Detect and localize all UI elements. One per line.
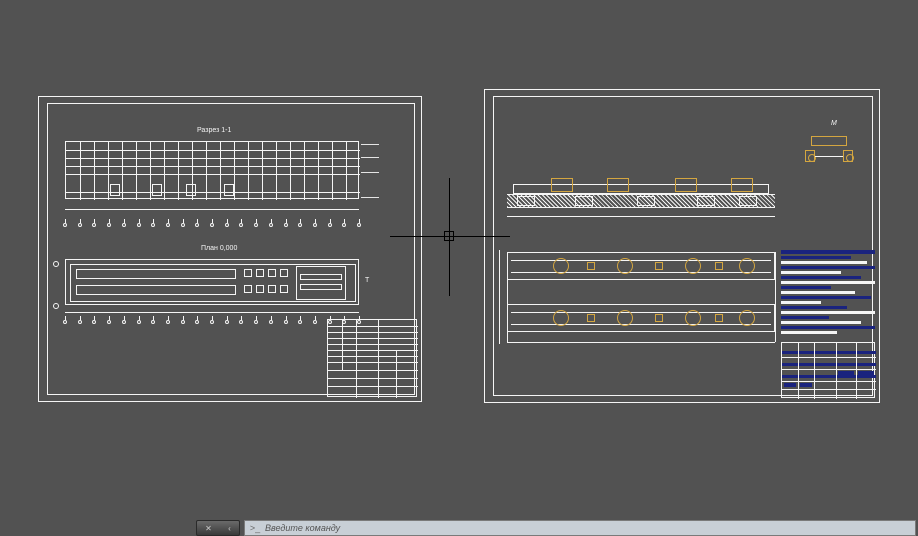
axis-marker xyxy=(225,223,229,227)
axis-marker xyxy=(166,223,170,227)
detail-callout: М xyxy=(831,120,837,127)
axis-marker xyxy=(63,320,67,324)
axis-marker xyxy=(313,320,317,324)
axis-marker xyxy=(63,223,67,227)
axis-marker xyxy=(357,223,361,227)
axis-marker xyxy=(181,320,185,324)
plan-drawing-outer xyxy=(65,259,359,305)
axis-marker xyxy=(284,320,288,324)
title-block-left-sheet xyxy=(327,319,417,397)
axis-marker xyxy=(137,320,141,324)
axis-marker xyxy=(313,223,317,227)
axis-marker xyxy=(210,320,214,324)
sheet-2-frame[interactable]: М xyxy=(484,89,880,403)
close-icon[interactable]: ✕ xyxy=(205,524,212,533)
axis-marker-side xyxy=(53,303,59,309)
axis-marker xyxy=(78,223,82,227)
axis-marker xyxy=(210,223,214,227)
plan-title: План 0,000 xyxy=(201,245,237,252)
axis-marker xyxy=(269,223,273,227)
model-space-canvas[interactable]: Разрез 1-1 xyxy=(0,0,918,536)
command-close-panel[interactable]: ✕ ‹ xyxy=(196,520,240,536)
title-block-right-sheet xyxy=(781,250,875,398)
axis-marker xyxy=(357,320,361,324)
axis-marker xyxy=(122,320,126,324)
axis-marker xyxy=(181,223,185,227)
plan-dim-line xyxy=(65,312,359,313)
detail-assembly xyxy=(805,132,853,166)
axis-marker xyxy=(269,320,273,324)
plan-right-label: T xyxy=(365,277,369,284)
axis-marker xyxy=(122,223,126,227)
axis-marker xyxy=(137,223,141,227)
axis-marker xyxy=(225,320,229,324)
chevron-icon[interactable]: ‹ xyxy=(228,524,231,533)
sheet-1-frame[interactable]: Разрез 1-1 xyxy=(38,96,422,402)
axis-marker-side xyxy=(53,261,59,267)
crosshair-pickbox xyxy=(444,231,454,241)
section-drawing xyxy=(65,141,359,199)
command-placeholder: Введите команду xyxy=(265,523,340,533)
section-title: Разрез 1-1 xyxy=(197,127,231,134)
command-line-input[interactable]: >_ Введите команду xyxy=(244,520,916,536)
axis-marker xyxy=(328,320,332,324)
axis-marker xyxy=(328,223,332,227)
bottom-bar: ✕ ‹ >_ Введите команду xyxy=(0,516,918,536)
axis-marker xyxy=(166,320,170,324)
axis-marker xyxy=(78,320,82,324)
track-plan xyxy=(507,246,775,346)
command-prompt-icon: >_ xyxy=(249,522,261,534)
longitudinal-section xyxy=(507,176,775,220)
axis-marker xyxy=(284,223,288,227)
